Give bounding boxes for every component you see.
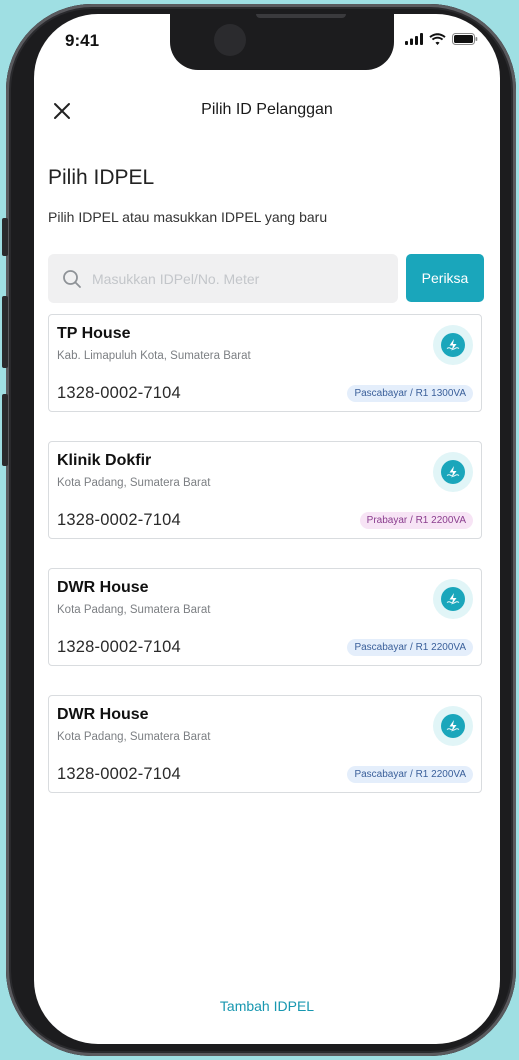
- customer-id-number: 1328-0002-7104: [57, 765, 181, 783]
- phone-screen: 9:41 Pilih ID Pelanggan Pilih IDPEL Pili…: [34, 14, 500, 1044]
- mute-switch: [2, 218, 8, 256]
- customer-location: Kota Padang, Sumatera Barat: [57, 731, 211, 743]
- search-input[interactable]: [90, 269, 384, 288]
- section-heading: Pilih IDPEL: [48, 166, 155, 189]
- status-icons: [405, 33, 478, 45]
- customer-id-number: 1328-0002-7104: [57, 638, 181, 656]
- customer-name: Klinik Dokfir: [57, 452, 152, 469]
- battery-icon: [452, 33, 478, 45]
- search-field[interactable]: [48, 254, 398, 303]
- pln-logo-icon: [433, 579, 473, 619]
- page-title: Pilih ID Pelanggan: [201, 101, 333, 118]
- customer-name: DWR House: [57, 706, 149, 723]
- customer-name: DWR House: [57, 579, 149, 596]
- add-idpel-button[interactable]: Tambah IDPEL: [34, 998, 500, 1014]
- pln-logo-icon: [433, 706, 473, 746]
- customer-location: Kota Padang, Sumatera Barat: [57, 604, 211, 616]
- tariff-badge: Pascabayar / R1 2200VA: [347, 639, 473, 656]
- customer-card[interactable]: DWR House Kota Padang, Sumatera Barat 1328…: [48, 568, 482, 666]
- customer-id-number: 1328-0002-7104: [57, 511, 181, 529]
- customer-id-number: 1328-0002-7104: [57, 384, 181, 402]
- notch: [170, 14, 394, 70]
- section-subtitle: Pilih IDPEL atau masukkan IDPEL yang bar…: [48, 209, 328, 225]
- customer-name: TP House: [57, 325, 131, 342]
- customer-card[interactable]: TP House Kab. Limapuluh Kota, Sumatera Ba…: [48, 314, 482, 412]
- tariff-badge: Prabayar / R1 2200VA: [359, 512, 473, 529]
- customer-location: Kab. Limapuluh Kota, Sumatera Barat: [57, 350, 251, 362]
- customer-card[interactable]: Klinik Dokfir Kota Padang, Sumatera Barat…: [48, 441, 482, 539]
- check-button[interactable]: Periksa: [406, 254, 484, 302]
- wifi-icon: [429, 33, 446, 45]
- volume-down-button: [2, 394, 8, 466]
- customer-location: Kota Padang, Sumatera Barat: [57, 477, 211, 489]
- pln-logo-icon: [433, 452, 473, 492]
- speaker: [256, 14, 346, 18]
- tariff-badge: Pascabayar / R1 1300VA: [347, 385, 473, 402]
- volume-up-button: [2, 296, 8, 368]
- front-camera: [214, 24, 246, 56]
- tariff-badge: Pascabayar / R1 2200VA: [347, 766, 473, 783]
- pln-logo-icon: [433, 325, 473, 365]
- status-time: 9:41: [65, 31, 100, 50]
- signal-icon: [405, 33, 423, 45]
- customer-card[interactable]: DWR House Kota Padang, Sumatera Barat 1328…: [48, 695, 482, 793]
- search-icon: [63, 269, 81, 288]
